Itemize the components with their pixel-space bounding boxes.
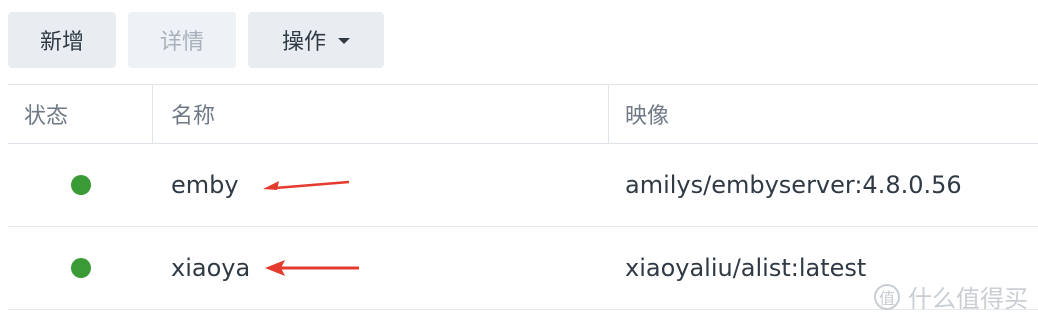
status-cell: [8, 175, 153, 195]
watermark: 值 什么值得买: [874, 279, 1028, 314]
image-name: xiaoyaliu/alist:latest: [625, 254, 867, 282]
red-arrow-annotation-icon: [263, 180, 350, 190]
name-cell: xiaoya: [153, 254, 609, 282]
actions-dropdown-button[interactable]: 操作: [248, 12, 384, 68]
column-header-name[interactable]: 名称: [153, 85, 609, 143]
name-cell: emby: [153, 171, 609, 199]
watermark-logo-icon: 值: [874, 283, 900, 310]
status-running-dot-icon: [70, 258, 91, 278]
container-name: emby: [171, 171, 239, 199]
column-header-status[interactable]: 状态: [8, 85, 153, 143]
image-cell: xiaoyaliu/alist:latest: [609, 254, 1038, 282]
add-button[interactable]: 新增: [8, 12, 116, 68]
table-header: 状态 名称 映像: [8, 84, 1038, 144]
column-header-image[interactable]: 映像: [609, 85, 1038, 143]
status-running-dot-icon: [70, 175, 91, 195]
red-arrow-annotation-icon: [265, 260, 359, 276]
caret-down-icon: [338, 38, 350, 44]
toolbar: 新增 详情 操作: [8, 12, 384, 68]
container-name: xiaoya: [171, 254, 251, 282]
actions-label: 操作: [281, 30, 326, 55]
image-cell: amilys/embyserver:4.8.0.56: [609, 171, 1038, 199]
image-name: amilys/embyserver:4.8.0.56: [625, 171, 962, 199]
container-table: 状态 名称 映像 emby amilys/embyserver:4.8.0.56…: [8, 84, 1038, 310]
detail-button[interactable]: 详情: [128, 12, 236, 68]
watermark-text: 什么值得买: [908, 285, 1028, 313]
status-cell: [8, 258, 153, 278]
table-row[interactable]: emby amilys/embyserver:4.8.0.56: [8, 144, 1038, 227]
